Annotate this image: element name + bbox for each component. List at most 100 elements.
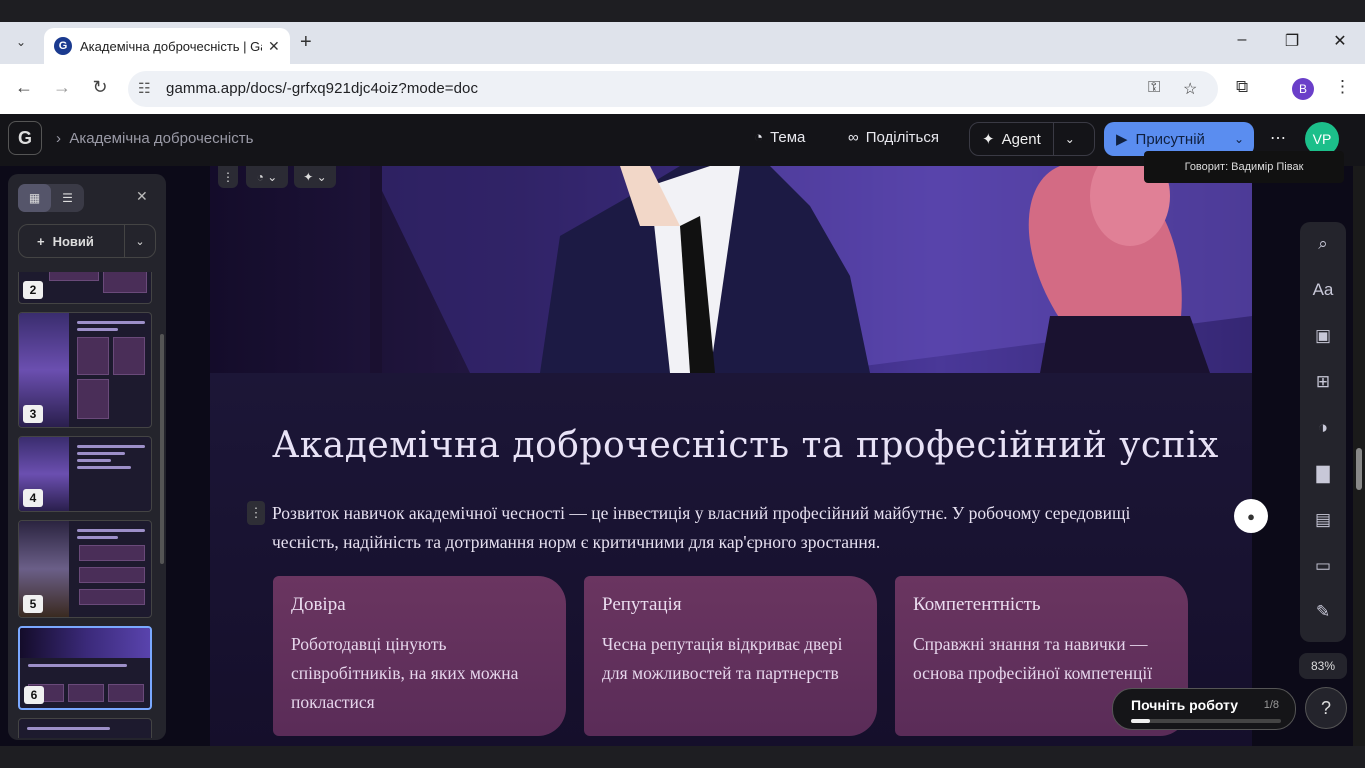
back-icon[interactable]: ← <box>12 77 36 98</box>
page-scrollbar[interactable] <box>1353 166 1365 746</box>
card-layout-icon[interactable]: ▭ <box>1300 556 1346 576</box>
info-card[interactable]: Довіра Роботодавці цінують співробітникі… <box>273 576 566 736</box>
share-label: Поділіться <box>865 129 939 146</box>
thumbnail[interactable]: 2 <box>18 272 152 304</box>
card-body: Чесна репутація відкриває двері для можл… <box>602 634 843 683</box>
menu-icon[interactable]: ⋮ <box>1334 77 1351 97</box>
browser-tab-bar: ⌄ G Академічна доброчесність | Gamma ✕ +… <box>0 22 1365 64</box>
video-icon[interactable]: ▤ <box>1300 510 1346 530</box>
chevron-down-icon[interactable]: ⌄ <box>125 235 155 248</box>
close-tab-icon[interactable]: ✕ <box>268 38 280 55</box>
close-window-icon[interactable]: ✕ <box>1328 31 1352 51</box>
maximize-icon[interactable]: ❐ <box>1280 31 1304 51</box>
forward-icon[interactable]: → <box>50 77 74 98</box>
profile-avatar[interactable]: B <box>1292 78 1314 100</box>
text-style-icon[interactable]: Aa <box>1300 280 1346 300</box>
right-toolbar: ⌕ Aa ▣ ⊞ ◑ ▇ ▤ ▭ ✎ <box>1300 222 1346 642</box>
browser-tab[interactable]: G Академічна доброчесність | Gamma ✕ <box>44 28 290 64</box>
play-icon: ▶ <box>1116 131 1128 148</box>
thumbnail[interactable]: 6 <box>18 626 152 710</box>
comment-icon[interactable]: ● <box>1234 499 1268 533</box>
card-body: Роботодавці цінують співробітників, на я… <box>291 634 519 712</box>
content-area: Академічна доброчесність та професійний … <box>210 373 1252 746</box>
os-top-strip <box>0 0 1365 22</box>
tab-title: Академічна доброчесність | Gamma <box>80 38 262 54</box>
scrollbar-thumb[interactable] <box>1356 448 1362 490</box>
doc-name: Академічна доброчесність <box>69 130 254 147</box>
theme-label: Тема <box>770 129 806 146</box>
password-key-icon[interactable]: ⚿ <box>1148 79 1160 97</box>
os-bottom-strip <box>0 746 1365 768</box>
minimize-icon[interactable]: – <box>1230 31 1254 49</box>
gamma-logo[interactable]: G <box>8 121 42 155</box>
tooltip: Говорит: Вадимір Півак <box>1144 151 1344 183</box>
agent-label: Agent <box>1001 130 1041 148</box>
theme-toggle-icon[interactable]: ◑ <box>1300 418 1346 438</box>
hero-illustration <box>370 166 1252 373</box>
get-started-widget[interactable]: Почніть роботу 1/8 <box>1112 688 1296 730</box>
grid-view-icon[interactable]: ▦ <box>18 184 51 212</box>
view-toggle[interactable]: ▦ ☰ <box>18 184 84 212</box>
chart-icon[interactable]: ▇ <box>1300 464 1346 484</box>
progress-bar <box>1131 719 1281 723</box>
new-tab-icon[interactable]: + <box>300 31 312 54</box>
card-title: Репутація <box>602 594 682 615</box>
zoom-level[interactable]: 83% <box>1299 653 1347 679</box>
thumbnail[interactable]: 5 <box>18 520 152 618</box>
list-view-icon[interactable]: ☰ <box>51 184 84 212</box>
drag-handle-icon[interactable]: ⋮ <box>218 166 238 188</box>
thumbnail-list: 2 3 4 5 6 <box>16 272 154 738</box>
new-card-button[interactable]: + Новий ⌄ <box>18 224 156 258</box>
more-icon[interactable]: ⋯ <box>1270 128 1286 148</box>
help-button[interactable]: ? <box>1305 687 1347 729</box>
thumbnail[interactable]: 3 <box>18 312 152 428</box>
page-title[interactable]: Академічна доброчесність та професійний … <box>272 425 1219 466</box>
url-text[interactable]: gamma.app/docs/-grfxq921djc4oiz?mode=doc <box>166 80 478 97</box>
plus-icon: + <box>37 233 45 249</box>
edit-icon[interactable]: ✎ <box>1300 602 1346 622</box>
chevron-down-icon[interactable]: ⌄ <box>1054 132 1086 146</box>
tab-dropdown-icon[interactable]: ⌄ <box>10 31 32 53</box>
breadcrumb[interactable]: › Академічна доброчесність <box>56 130 253 147</box>
present-label: Присутній <box>1135 130 1205 148</box>
block-handle-icon[interactable]: ⋮ <box>247 501 265 525</box>
card-body: Справжні знання та навички — основа проф… <box>913 634 1153 683</box>
chevron-down-icon[interactable]: ⌄ <box>1224 132 1254 146</box>
sparkle-icon: ✦ <box>982 131 995 148</box>
thumbnail[interactable] <box>18 718 152 738</box>
new-label: Новий <box>52 233 94 249</box>
thumbnail-number: 6 <box>24 686 44 704</box>
theme-button[interactable]: ◔ Тема <box>754 129 805 146</box>
document-card: ⋮ ◔ ⌄ ✦ ⌄ Академічна доброчесність та пр… <box>210 166 1252 746</box>
thumbnail-number: 5 <box>23 595 43 613</box>
bookmark-star-icon[interactable]: ☆ <box>1183 79 1197 99</box>
chevron-right-icon: › <box>56 130 61 147</box>
sidebar-scrollbar[interactable] <box>160 334 164 564</box>
card-title: Компетентність <box>913 594 1041 615</box>
search-icon[interactable]: ⌕ <box>1300 234 1346 254</box>
site-info-icon[interactable]: ☷ <box>138 80 151 97</box>
get-started-label: Почніть роботу <box>1131 697 1239 713</box>
image-icon[interactable]: ▣ <box>1300 326 1346 346</box>
thumbnail-number: 4 <box>23 489 43 507</box>
reload-icon[interactable]: ↻ <box>88 77 112 98</box>
agent-button[interactable]: ✦ Agent ⌄ <box>969 122 1095 156</box>
thumbnail[interactable]: 4 <box>18 436 152 512</box>
palette-icon[interactable]: ◔ ⌄ <box>246 166 288 188</box>
share-button[interactable]: ∞ Поділіться <box>848 129 939 146</box>
ai-sparkle-icon[interactable]: ✦ ⌄ <box>294 166 336 188</box>
intro-paragraph[interactable]: Розвиток навичок академічної чесності — … <box>272 499 1172 557</box>
palette-icon: ◔ <box>754 129 764 146</box>
progress-count: 1/8 <box>1263 699 1279 711</box>
info-card[interactable]: Репутація Чесна репутація відкриває двер… <box>584 576 877 736</box>
link-icon: ∞ <box>848 129 859 146</box>
close-icon[interactable]: ✕ <box>136 188 148 205</box>
progress-fill <box>1131 719 1150 723</box>
card-title: Довіра <box>291 594 346 615</box>
thumbnail-number: 2 <box>23 281 43 299</box>
add-block-icon[interactable]: ⊞ <box>1300 372 1346 392</box>
hero-image: ⋮ ◔ ⌄ ✦ ⌄ <box>210 166 1252 373</box>
favicon: G <box>54 37 72 55</box>
extensions-icon[interactable]: ⧉ <box>1236 77 1248 97</box>
url-bar[interactable]: ☷ gamma.app/docs/-grfxq921djc4oiz?mode=d… <box>128 71 1218 107</box>
